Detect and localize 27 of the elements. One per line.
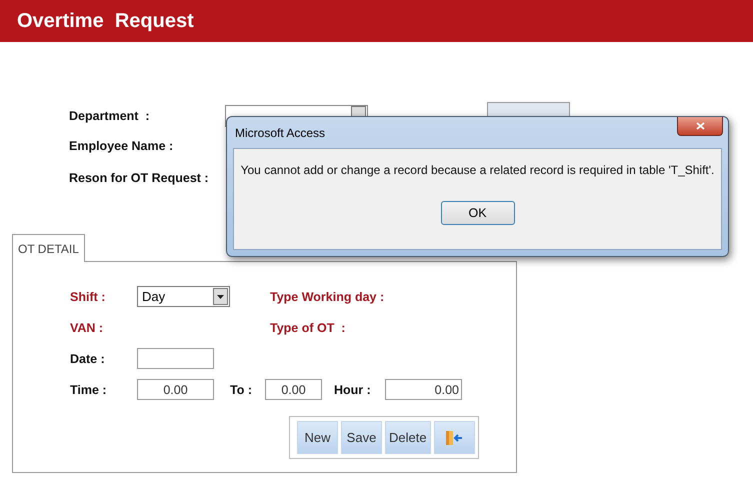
field-label: Type Working day : (270, 290, 384, 304)
dialog-title: Microsoft Access (234, 126, 326, 140)
action-button[interactable]: Save (341, 421, 382, 454)
close-button[interactable] (677, 117, 723, 136)
action-button[interactable]: Delete (385, 421, 431, 454)
field-label: Shift : (70, 290, 106, 304)
field-label: To : (230, 382, 253, 396)
to-field[interactable]: 0.00 (265, 379, 322, 400)
ok-button[interactable]: OK (440, 201, 514, 225)
field-label: Hour : (334, 382, 372, 396)
time-field[interactable]: 0.00 (137, 379, 214, 400)
field-label: Reson for OT Request : (69, 171, 210, 185)
page-title: Overtime Request (17, 10, 194, 32)
field-label: Department : (69, 109, 151, 123)
field-label: VAN : (70, 320, 104, 334)
close-icon (696, 122, 704, 130)
dialog-message: You cannot add or change a record because a related record is required in table 'T_Shift'. (240, 163, 714, 177)
field-label: Time : (70, 382, 108, 396)
hour-field[interactable]: 0.00 (385, 379, 462, 400)
field-label: Date : (70, 352, 106, 366)
field-label: Type of OT : (270, 320, 346, 334)
shift-combo[interactable]: Day (137, 286, 230, 307)
date-field[interactable] (137, 348, 214, 369)
field-label: Employee Name : (69, 139, 174, 153)
door-arrow-icon (445, 430, 464, 446)
tab[interactable]: OT DETAIL (12, 234, 85, 262)
action-button[interactable]: New (297, 421, 338, 454)
